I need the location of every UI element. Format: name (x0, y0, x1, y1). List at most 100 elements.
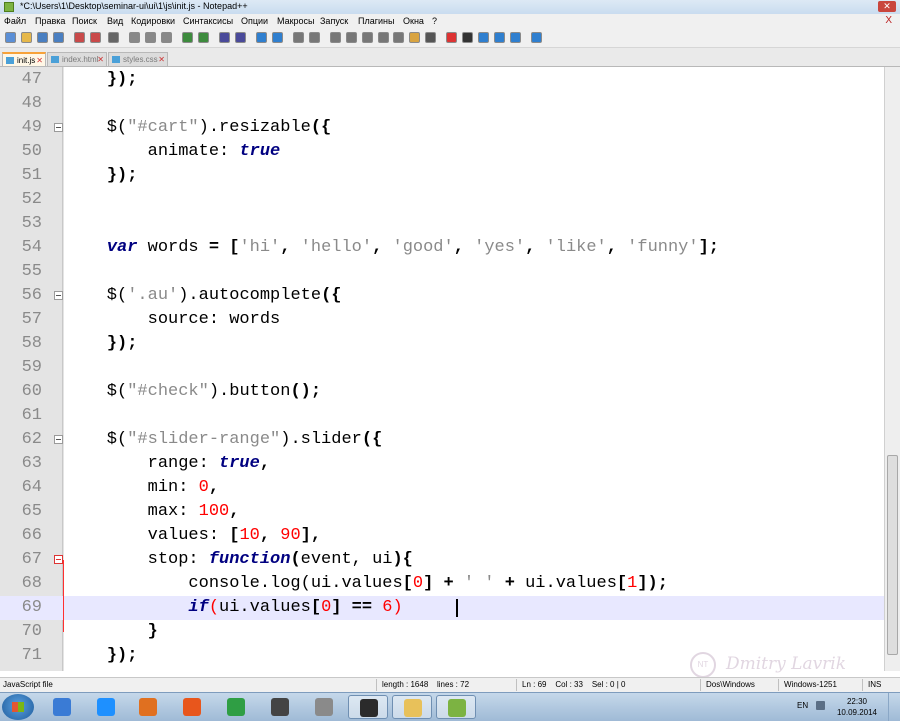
menu-item-6[interactable]: Опции (241, 16, 268, 26)
menu-item-2[interactable]: Поиск (72, 16, 97, 26)
close-all-icon[interactable] (89, 32, 101, 43)
new-file-icon[interactable] (5, 32, 17, 43)
taskbar-button-media-player[interactable] (128, 695, 168, 719)
taskbar-button-media[interactable] (348, 695, 388, 719)
vertical-scrollbar[interactable] (884, 67, 900, 671)
menu-item-10[interactable]: Окна (403, 16, 424, 26)
code-line[interactable]: 67 stop: function(event, ui){ (0, 548, 884, 572)
line-number: 49 (21, 118, 42, 137)
code-line[interactable]: 57 source: words (0, 308, 884, 332)
save-icon[interactable] (36, 32, 48, 43)
window-close-button[interactable]: ✕ (878, 1, 896, 12)
taskbar-button-notepadpp[interactable] (436, 695, 476, 719)
taskbar-button-tool[interactable] (304, 695, 344, 719)
code-line[interactable]: 49 $("#cart").resizable({ (0, 116, 884, 140)
tab-close-icon[interactable]: ✕ (36, 54, 43, 67)
code-line[interactable]: 51 }); (0, 164, 884, 188)
undo-icon[interactable] (182, 32, 194, 43)
zoom-in-icon[interactable] (256, 32, 268, 43)
code-line[interactable]: 61 (0, 404, 884, 428)
stop-macro-icon[interactable] (462, 32, 473, 43)
code-line[interactable]: 50 animate: true (0, 140, 884, 164)
taskbar-button-folder[interactable] (392, 695, 432, 719)
menu-item-7[interactable]: Макросы (277, 16, 315, 26)
redo-icon[interactable] (198, 32, 209, 43)
code-line[interactable]: 52 (0, 188, 884, 212)
code-line[interactable]: 66 values: [10, 90], (0, 524, 884, 548)
cut-icon[interactable] (129, 32, 141, 43)
code-line[interactable]: 56 $('.au').autocomplete({ (0, 284, 884, 308)
indent-guide-icon[interactable] (361, 32, 373, 43)
paste-icon[interactable] (161, 32, 173, 43)
scrollbar-thumb[interactable] (887, 455, 898, 655)
record-macro-icon[interactable] (446, 32, 458, 43)
code-line[interactable]: 68 console.log(ui.values[0] + ' ' + ui.v… (0, 572, 884, 596)
language-indicator[interactable]: EN (797, 701, 808, 710)
doc-map-icon[interactable] (377, 32, 389, 43)
code-line[interactable]: 60 $("#check").button(); (0, 380, 884, 404)
save-macro-icon[interactable] (509, 32, 521, 43)
tab-close-icon[interactable]: ✕ (97, 53, 104, 66)
fold-toggle-icon[interactable] (54, 435, 63, 444)
show-desktop-button[interactable] (888, 693, 900, 721)
code-line[interactable]: 70 } (0, 620, 884, 644)
fold-toggle-icon[interactable] (54, 291, 63, 300)
save-all-icon[interactable] (52, 32, 64, 43)
replace-icon[interactable] (234, 32, 246, 43)
code-line[interactable]: 64 min: 0, (0, 476, 884, 500)
menu-item-5[interactable]: Синтаксисы (183, 16, 233, 26)
zoom-out-icon[interactable] (271, 32, 283, 43)
function-list-icon[interactable] (393, 32, 405, 43)
monitor-icon[interactable] (425, 32, 437, 43)
tab-init-js[interactable]: init.js ✕ (2, 52, 46, 66)
taskbar-button-ie[interactable] (86, 695, 126, 719)
menu-item-8[interactable]: Запуск (320, 16, 348, 26)
system-clock[interactable]: 22:30 10.09.2014 (832, 696, 882, 718)
code-line[interactable]: 53 (0, 212, 884, 236)
copy-icon[interactable] (145, 32, 157, 43)
taskbar-button-app[interactable] (260, 695, 300, 719)
menu-item-9[interactable]: Плагины (358, 16, 394, 26)
code-line[interactable]: 55 (0, 260, 884, 284)
taskbar-button-explorer[interactable] (42, 695, 82, 719)
code-line[interactable]: 58 }); (0, 332, 884, 356)
code-line[interactable]: 48 (0, 92, 884, 116)
close-file-icon[interactable] (73, 32, 85, 43)
play-macro-icon[interactable] (477, 32, 489, 43)
print-icon[interactable] (108, 32, 120, 43)
sync-vertical-icon[interactable] (293, 32, 305, 43)
tab-close-icon[interactable]: ✕ (158, 53, 165, 66)
tab-styles-css[interactable]: styles.css ✕ (108, 52, 168, 66)
folder-icon[interactable] (409, 32, 421, 43)
fold-toggle-icon[interactable] (54, 123, 63, 132)
run-macro-icon[interactable] (493, 32, 505, 43)
code-line[interactable]: 47 }); (0, 68, 884, 92)
find-icon[interactable] (219, 32, 231, 43)
menu-item-0[interactable]: Файл (4, 16, 26, 26)
code-token: 'good' (392, 238, 454, 257)
sync-horizontal-icon[interactable] (308, 32, 320, 43)
show-all-chars-icon[interactable] (345, 32, 357, 43)
taskbar-button-chrome[interactable] (216, 695, 256, 719)
menu-item-1[interactable]: Правка (35, 16, 65, 26)
start-button[interactable] (2, 694, 34, 720)
code-line[interactable]: 62 $("#slider-range").slider({ (0, 428, 884, 452)
code-line[interactable]: 69 if(ui.values[0] == 6) (0, 596, 884, 620)
menu-item-4[interactable]: Кодировки (131, 16, 175, 26)
menu-item-3[interactable]: Вид (107, 16, 123, 26)
taskbar-button-firefox[interactable] (172, 695, 212, 719)
code-line[interactable]: 59 (0, 356, 884, 380)
tab-index-html[interactable]: index.html ✕ (47, 52, 107, 66)
code-line[interactable]: 63 range: true, (0, 452, 884, 476)
word-wrap-icon[interactable] (330, 32, 341, 43)
code-line[interactable]: 54 var words = ['hi', 'hello', 'good', '… (0, 236, 884, 260)
code-line[interactable]: 65 max: 100, (0, 500, 884, 524)
network-icon[interactable] (816, 701, 825, 710)
fold-toggle-icon[interactable] (54, 555, 63, 564)
open-icon[interactable] (21, 32, 33, 43)
spellcheck-icon[interactable] (530, 32, 542, 43)
code-editor[interactable]: 47 }); 48 49 $("#cart").resizable({50 anim… (0, 67, 884, 671)
close-document-button[interactable]: X (885, 15, 892, 26)
menu-item-11[interactable]: ? (432, 16, 437, 26)
